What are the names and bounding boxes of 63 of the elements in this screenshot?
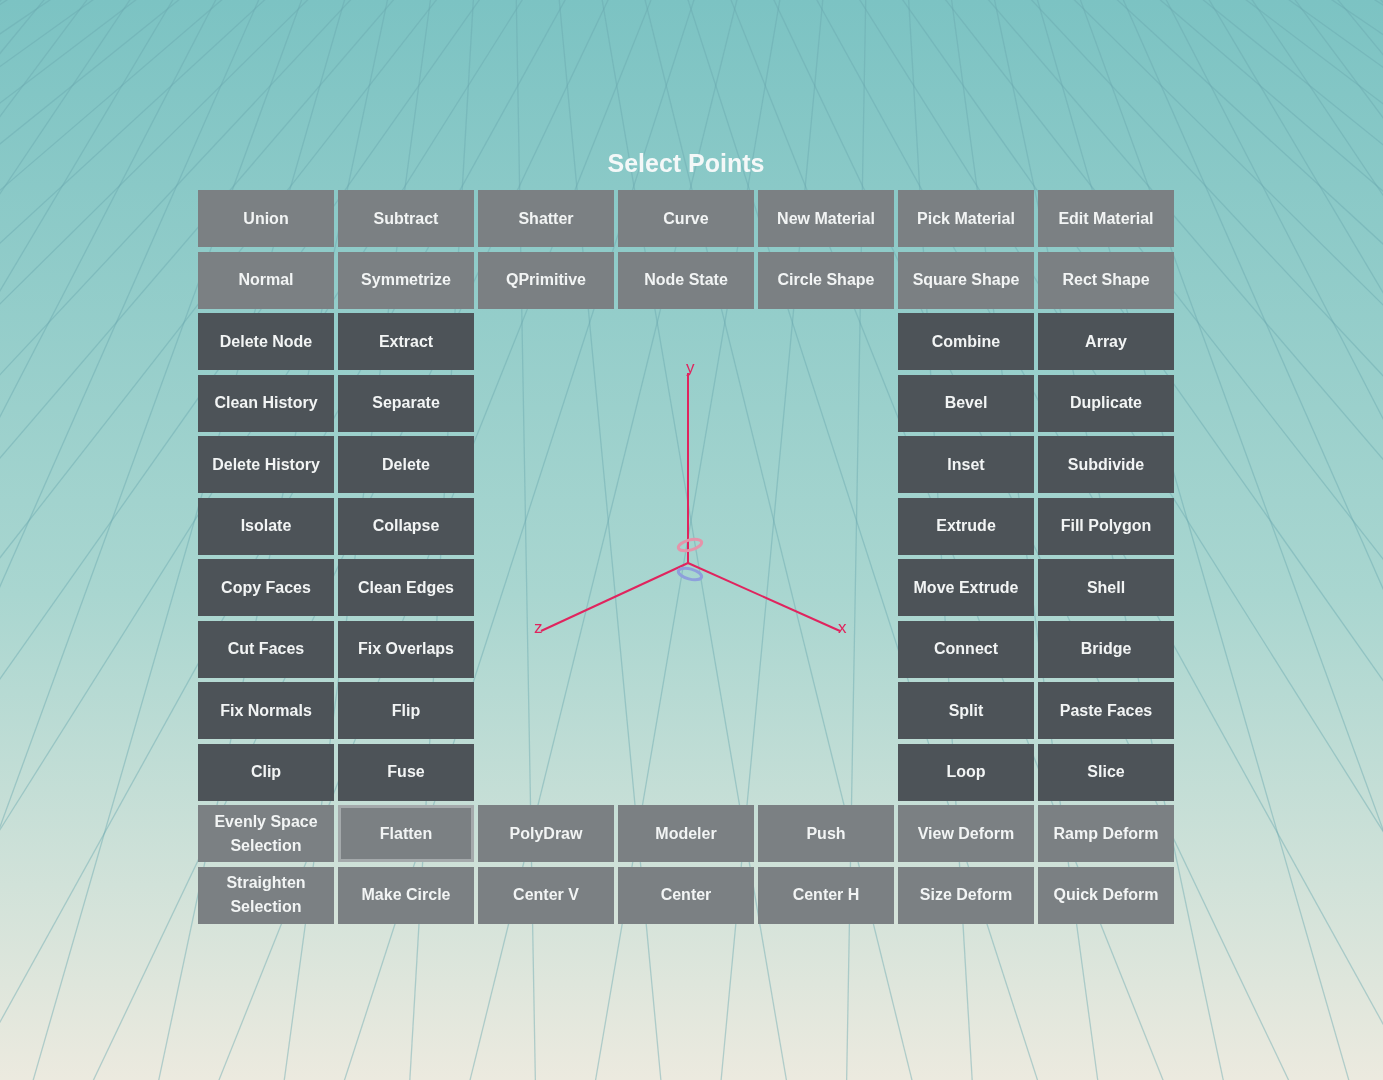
menu-button[interactable]: Clip [198, 743, 334, 801]
menu-button[interactable]: Shatter [478, 190, 614, 247]
menu-button[interactable]: Delete Node [198, 313, 334, 370]
menu-button[interactable]: Fix Overlaps [338, 620, 474, 678]
menu-button[interactable]: Subdivide [1038, 436, 1174, 493]
menu-button[interactable]: Quick Deform [1038, 866, 1174, 924]
menu-button[interactable]: Rect Shape [1038, 251, 1174, 309]
menu-button[interactable]: Edit Material [1038, 190, 1174, 247]
menu-button[interactable]: Fix Normals [198, 682, 334, 739]
menu-button[interactable]: View Deform [898, 805, 1034, 862]
menu-button[interactable]: Bevel [898, 374, 1034, 432]
menu-button[interactable]: Isolate [198, 497, 334, 555]
menu-button[interactable]: Extract [338, 313, 474, 370]
axis-label: z [534, 619, 543, 637]
menu-button[interactable]: Copy Faces [198, 559, 334, 616]
menu-button[interactable]: Symmetrize [338, 251, 474, 309]
menu-button[interactable]: Shell [1038, 559, 1174, 616]
menu-button[interactable]: Extrude [898, 497, 1034, 555]
menu-button[interactable]: Loop [898, 743, 1034, 801]
menu-button[interactable]: Union [198, 190, 334, 247]
menu-button[interactable]: Push [758, 805, 894, 862]
menu-title: Select Points [607, 148, 765, 178]
menu-button[interactable]: Flip [338, 682, 474, 739]
menu-button[interactable]: Square Shape [898, 251, 1034, 309]
menu-button[interactable]: Curve [618, 190, 754, 247]
menu-button[interactable]: Connect [898, 620, 1034, 678]
menu-button[interactable]: New Material [758, 190, 894, 247]
menu-button[interactable]: Fill Polygon [1038, 497, 1174, 555]
menu-button[interactable]: Size Deform [898, 866, 1034, 924]
menu-button[interactable]: Make Circle [338, 866, 474, 924]
menu-button[interactable]: Straighten Selection [198, 866, 334, 924]
menu-button[interactable]: Modeler [618, 805, 754, 862]
menu-button[interactable]: Combine [898, 313, 1034, 370]
menu-button[interactable]: Clean History [198, 374, 334, 432]
menu-button[interactable]: Delete [338, 436, 474, 493]
menu-button[interactable]: QPrimitive [478, 251, 614, 309]
menu-button[interactable]: PolyDraw [478, 805, 614, 862]
menu-button[interactable]: Split [898, 682, 1034, 739]
menu-button[interactable]: Collapse [338, 497, 474, 555]
menu-button[interactable]: Cut Faces [198, 620, 334, 678]
menu-button[interactable]: Evenly Space Selection [198, 805, 334, 862]
menu-button[interactable]: Fuse [338, 743, 474, 801]
menu-button[interactable]: Center [618, 866, 754, 924]
menu-button[interactable]: Separate [338, 374, 474, 432]
menu-button[interactable]: Center H [758, 866, 894, 924]
axis-label: x [838, 619, 847, 637]
menu-button[interactable]: Delete History [198, 436, 334, 493]
menu-button[interactable]: Slice [1038, 743, 1174, 801]
menu-button[interactable]: Paste Faces [1038, 682, 1174, 739]
menu-button[interactable]: Array [1038, 313, 1174, 370]
menu-button[interactable]: Subtract [338, 190, 474, 247]
menu-button[interactable]: Clean Edges [338, 559, 474, 616]
menu-button[interactable]: Inset [898, 436, 1034, 493]
menu-button[interactable]: Center V [478, 866, 614, 924]
menu-button[interactable]: Move Extrude [898, 559, 1034, 616]
menu-button[interactable]: Circle Shape [758, 251, 894, 309]
menu-button[interactable]: Bridge [1038, 620, 1174, 678]
menu-button[interactable]: Pick Material [898, 190, 1034, 247]
menu-button[interactable]: Node State [618, 251, 754, 309]
menu-button[interactable]: Ramp Deform [1038, 805, 1174, 862]
menu-button[interactable]: Flatten [338, 805, 474, 862]
menu-button[interactable]: Duplicate [1038, 374, 1174, 432]
menu-button[interactable]: Normal [198, 251, 334, 309]
